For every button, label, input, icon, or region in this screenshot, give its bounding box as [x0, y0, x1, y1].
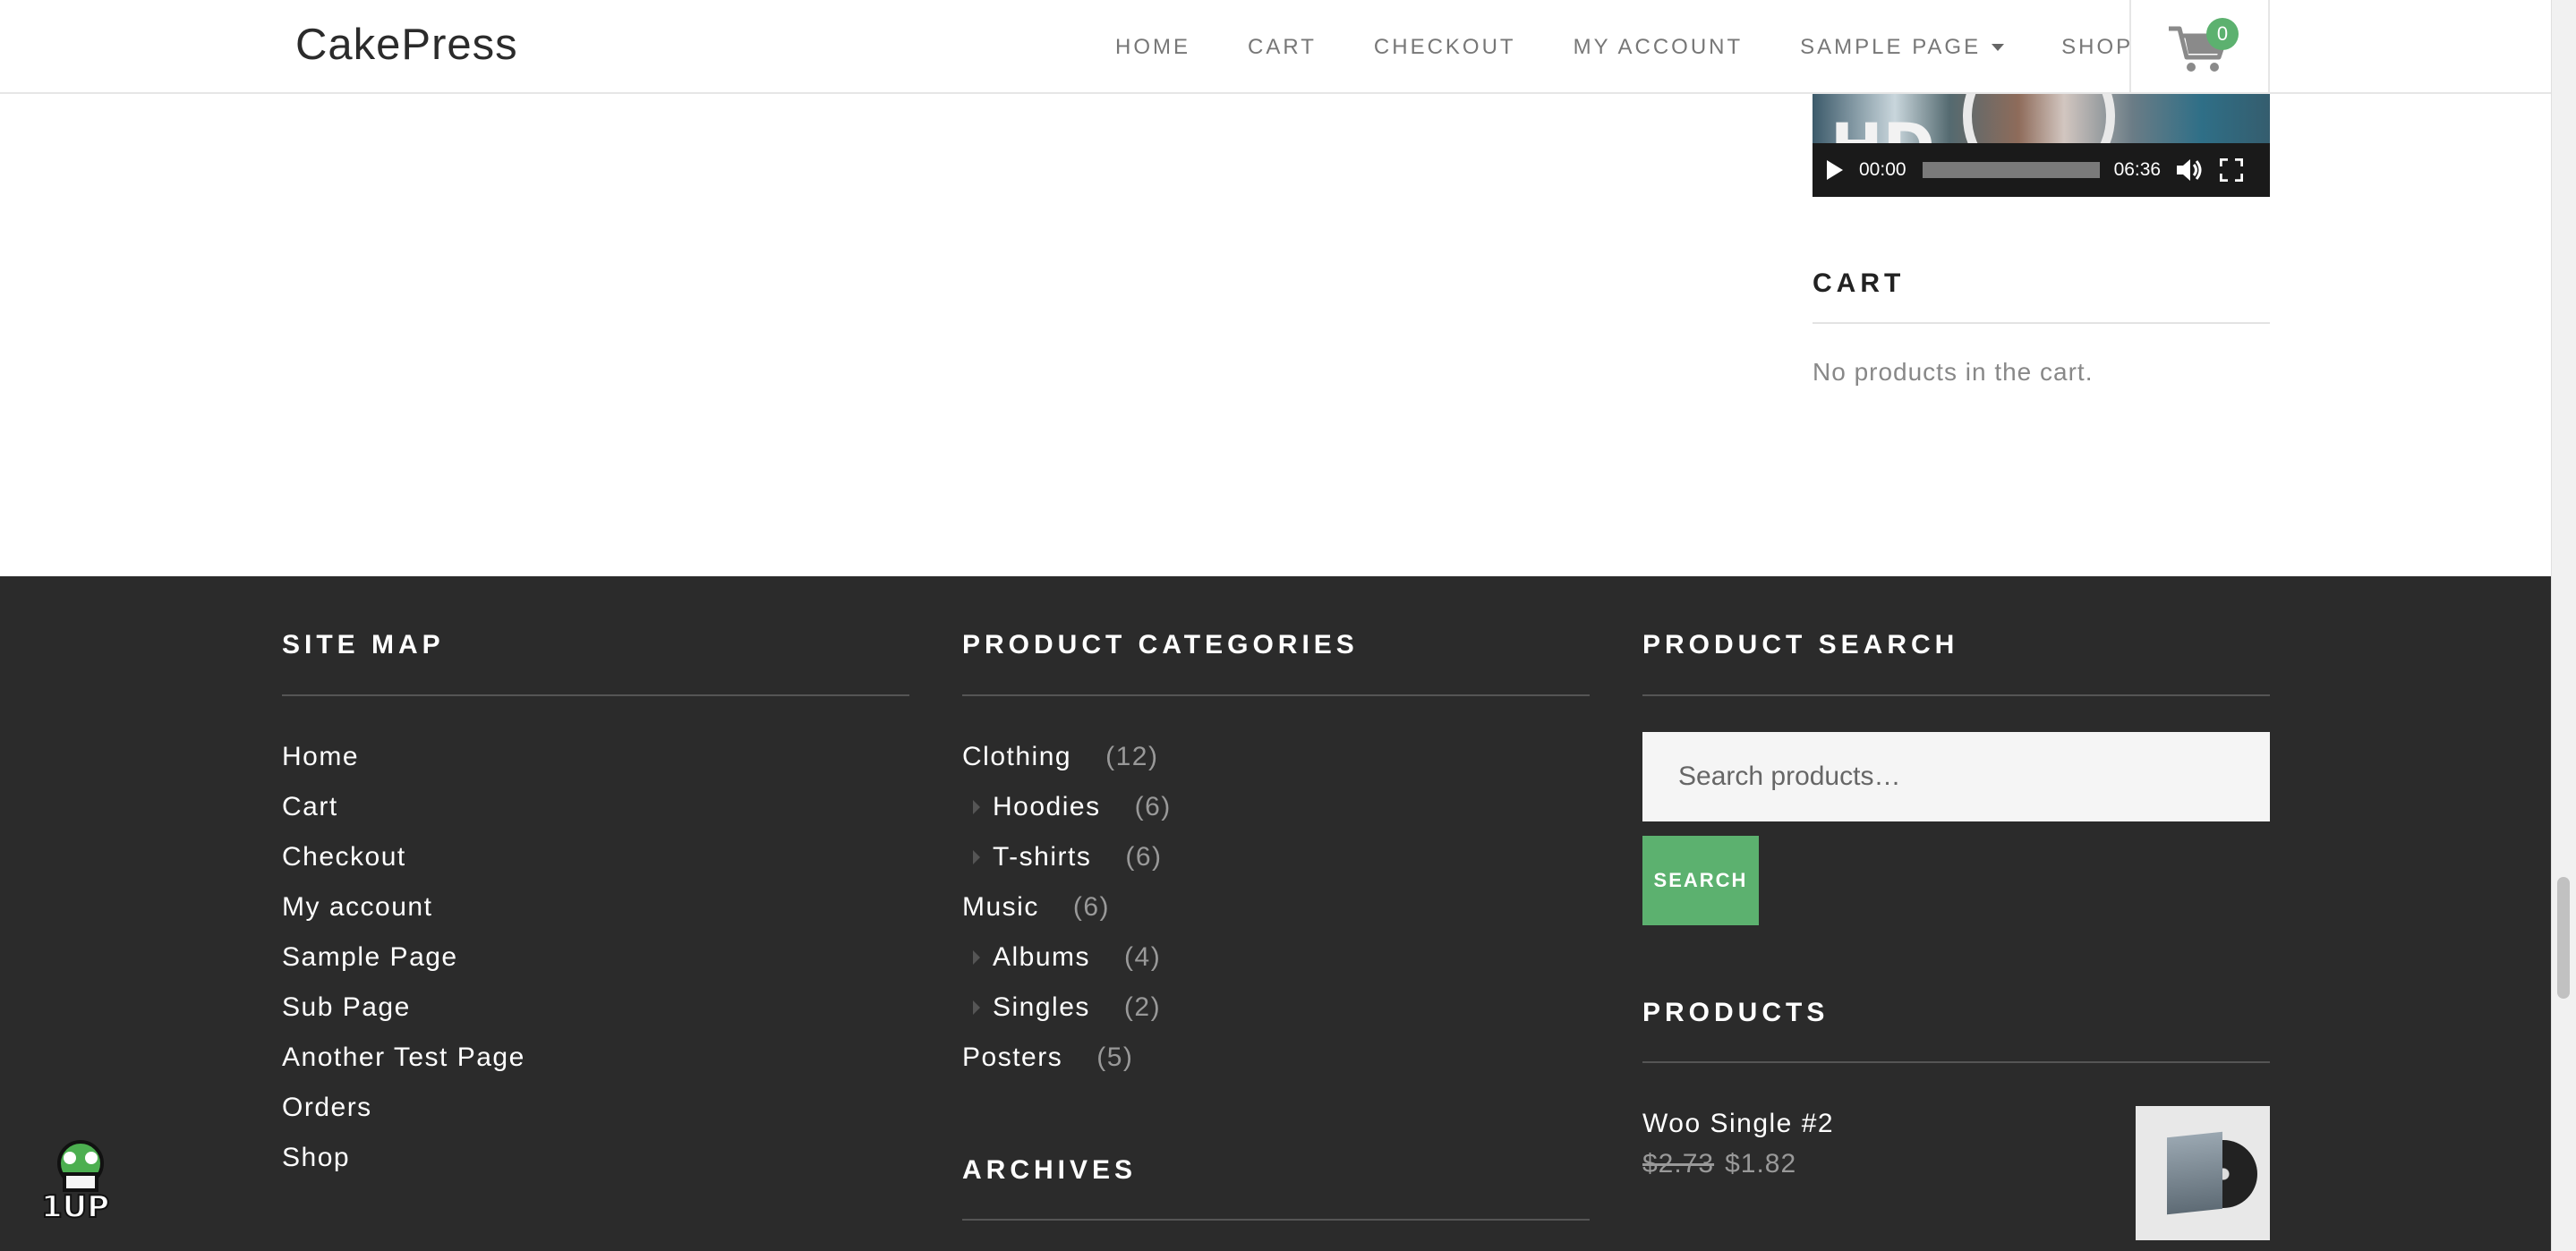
archives-divider [962, 1219, 1590, 1221]
sidebar-divider [1813, 322, 2270, 324]
archives-title: ARCHIVES [962, 1155, 1138, 1185]
header-cart-button[interactable]: 0 [2129, 0, 2270, 94]
site-title[interactable]: CakePress [295, 20, 518, 70]
category-count: (2) [1123, 992, 1162, 1022]
category-item[interactable]: Posters (5) [962, 1042, 1133, 1073]
category-count: (6) [1125, 842, 1163, 872]
site-map-divider [282, 694, 909, 696]
play-icon[interactable] [1827, 160, 1843, 180]
category-count: (5) [1096, 1042, 1134, 1072]
product-categories-title: PRODUCT CATEGORIES [962, 630, 1359, 660]
caret-right-icon [973, 850, 980, 864]
site-map-link-home[interactable]: Home [282, 742, 359, 772]
products-title: PRODUCTS [1642, 998, 1830, 1027]
site-map-link-shop[interactable]: Shop [282, 1143, 350, 1173]
category-item[interactable]: Clothing (12) [962, 742, 1158, 772]
site-map-link-cart[interactable]: Cart [282, 792, 338, 822]
video-current-time: 00:00 [1859, 159, 1906, 180]
category-item[interactable]: Hoodies (6) [962, 792, 1172, 822]
caret-right-icon [973, 800, 980, 814]
category-count: (12) [1105, 742, 1159, 771]
category-name[interactable]: Singles [993, 992, 1090, 1023]
product-price-old: $2.73 [1642, 1149, 1715, 1179]
site-map-link-sub-page[interactable]: Sub Page [282, 992, 411, 1023]
category-name[interactable]: Hoodies [993, 792, 1101, 822]
caret-right-icon [973, 1000, 980, 1015]
nav-home[interactable]: HOME [1115, 35, 1190, 60]
site-map-link-checkout[interactable]: Checkout [282, 842, 406, 872]
cart-count-badge: 0 [2206, 18, 2239, 50]
product-search-button[interactable]: SEARCH [1642, 836, 1759, 925]
video-thumbnail[interactable]: HD [1813, 94, 2270, 192]
category-name[interactable]: Posters [962, 1042, 1062, 1073]
video-player[interactable]: HD 00:00 06:36 [1813, 94, 2270, 197]
category-item[interactable]: Music (6) [962, 892, 1110, 923]
category-count: (4) [1124, 942, 1162, 972]
product-name[interactable]: Woo Single #2 [1642, 1109, 1834, 1139]
video-controls: 00:00 06:36 [1813, 143, 2270, 197]
site-footer: SITE MAP Home Cart Checkout My account S… [0, 576, 2551, 1251]
volume-icon[interactable] [2175, 157, 2204, 183]
caret-right-icon [973, 950, 980, 965]
category-count: (6) [1134, 792, 1172, 821]
category-item[interactable]: Albums (4) [962, 942, 1161, 973]
site-map-link-sample-page[interactable]: Sample Page [282, 942, 458, 973]
scrollbar-thumb[interactable] [2557, 877, 2570, 999]
category-item[interactable]: Singles (2) [962, 992, 1161, 1023]
video-duration: 06:36 [2113, 159, 2162, 180]
product-price-new: $1.82 [1725, 1149, 1797, 1179]
category-name[interactable]: T-shirts [993, 842, 1091, 872]
site-map-title: SITE MAP [282, 630, 445, 660]
site-map-link-orders[interactable]: Orders [282, 1093, 372, 1123]
svg-text:1UP: 1UP [41, 1189, 109, 1222]
product-price: $2.73 $1.82 [1642, 1149, 1796, 1179]
video-progress-bar[interactable] [1922, 162, 2100, 178]
category-name[interactable]: Albums [993, 942, 1090, 973]
chevron-down-icon [1992, 43, 2005, 51]
site-map-link-my-account[interactable]: My account [282, 892, 432, 923]
nav-sample-page[interactable]: SAMPLE PAGE [1800, 34, 2005, 60]
nav-cart[interactable]: CART [1248, 35, 1317, 60]
album-sleeve-icon [2167, 1131, 2222, 1215]
nav-checkout[interactable]: CHECKOUT [1374, 35, 1516, 60]
nav-sample-page-label: SAMPLE PAGE [1800, 34, 1982, 59]
category-count: (6) [1072, 892, 1111, 922]
product-categories-divider [962, 694, 1590, 696]
product-search-title: PRODUCT SEARCH [1642, 630, 1959, 660]
sidebar-cart-title: CART [1813, 268, 1906, 298]
category-name[interactable]: Clothing [962, 742, 1071, 772]
products-divider [1642, 1061, 2270, 1063]
product-search-input[interactable] [1642, 732, 2270, 821]
nav-my-account[interactable]: MY ACCOUNT [1574, 35, 1744, 60]
product-thumbnail[interactable] [2136, 1106, 2270, 1240]
site-header: CakePress HOME CART CHECKOUT MY ACCOUNT … [0, 0, 2551, 94]
site-map-link-another-test-page[interactable]: Another Test Page [282, 1042, 525, 1073]
main-nav: HOME CART CHECKOUT MY ACCOUNT SAMPLE PAG… [1115, 0, 2133, 94]
nav-shop[interactable]: SHOP [2061, 35, 2133, 60]
page-scrollbar[interactable] [2551, 0, 2576, 1251]
cart-empty-message: No products in the cart. [1813, 358, 2094, 386]
1up-mushroom-icon[interactable]: 1UP [38, 1136, 124, 1222]
fullscreen-icon[interactable] [2220, 158, 2244, 182]
category-name[interactable]: Music [962, 892, 1039, 923]
product-search-divider [1642, 694, 2270, 696]
category-item[interactable]: T-shirts (6) [962, 842, 1163, 872]
